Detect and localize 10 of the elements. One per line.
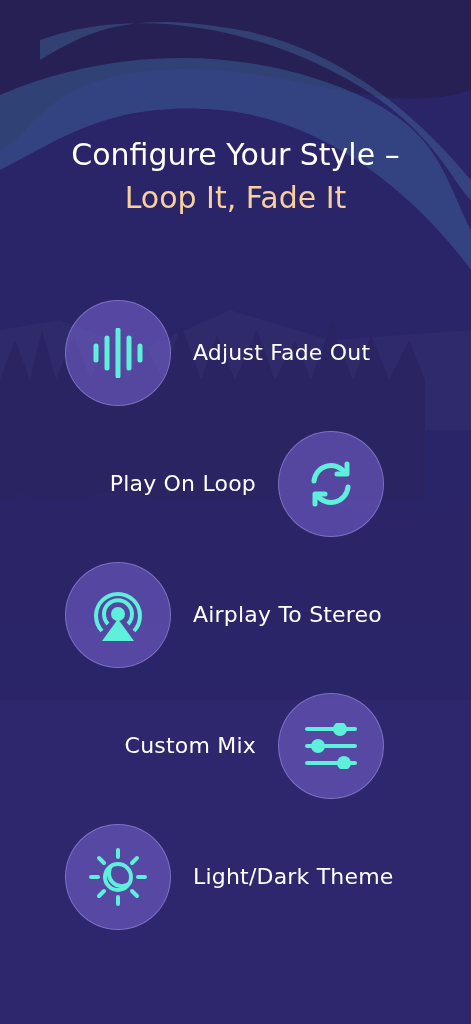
headline: Configure Your Style – bbox=[71, 136, 400, 174]
headline-highlight: Loop It, Fade It bbox=[123, 179, 348, 217]
feature-label: Play On Loop bbox=[109, 471, 256, 496]
waveform-icon bbox=[92, 327, 144, 378]
feature-label: Custom Mix bbox=[124, 733, 256, 758]
sliders-icon bbox=[304, 722, 358, 769]
feature-label: Adjust Fade Out bbox=[193, 340, 371, 365]
theme-icon bbox=[89, 847, 147, 906]
feature-label: Light/Dark Theme bbox=[193, 864, 394, 889]
feature-label: Airplay To Stereo bbox=[193, 602, 382, 627]
